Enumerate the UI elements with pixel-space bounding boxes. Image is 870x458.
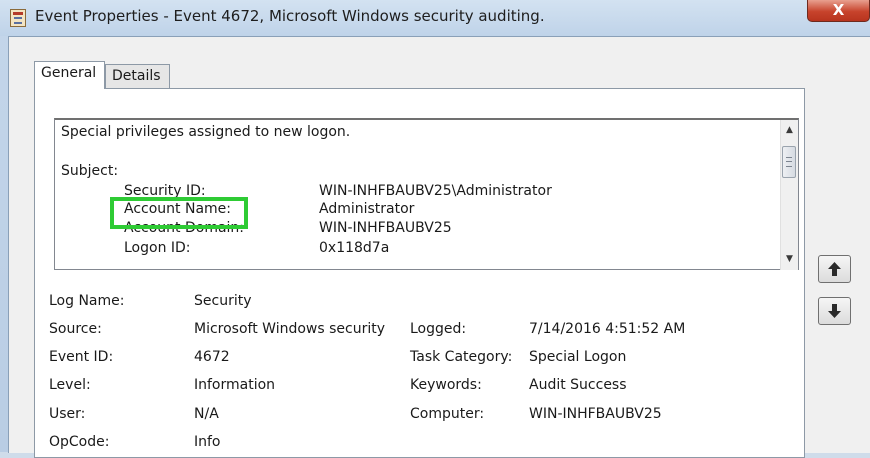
event-description-box[interactable]: Special privileges assigned to new logon… — [54, 118, 799, 270]
keywords-value: Audit Success — [529, 377, 627, 393]
log-name-label: Log Name: — [49, 293, 125, 309]
security-id-value: WIN-INHFBAUBV25\Administrator — [319, 183, 552, 199]
scroll-up-arrow-icon[interactable]: ▲ — [781, 122, 798, 139]
computer-value: WIN-INHFBAUBV25 — [529, 406, 662, 422]
logged-label: Logged: — [410, 321, 467, 337]
source-label: Source: — [49, 321, 102, 337]
task-category-value: Special Logon — [529, 349, 627, 365]
event-description-text: Special privileges assigned to new logon… — [61, 120, 751, 270]
grip-icon — [786, 157, 792, 167]
subject-label: Subject: — [61, 163, 119, 179]
previous-event-button[interactable] — [818, 255, 851, 283]
scroll-down-arrow-icon[interactable]: ▼ — [781, 251, 798, 268]
tab-general[interactable]: General — [34, 61, 105, 89]
level-value: Information — [194, 377, 276, 393]
account-domain-value: WIN-INHFBAUBV25 — [319, 220, 452, 236]
scrollbar-thumb[interactable] — [782, 146, 796, 178]
description-scrollbar[interactable]: ▲ ▼ — [780, 120, 798, 270]
level-label: Level: — [49, 377, 91, 393]
logon-id-label: Logon ID: — [124, 240, 191, 256]
window-title: Event Properties - Event 4672, Microsoft… — [35, 7, 545, 25]
opcode-value: Info — [194, 434, 221, 450]
computer-label: Computer: — [410, 406, 485, 422]
account-name-highlight-box — [110, 197, 248, 229]
event-id-label: Event ID: — [49, 349, 114, 365]
arrow-down-icon — [828, 304, 841, 318]
logon-id-value: 0x118d7a — [319, 240, 390, 256]
source-value: Microsoft Windows security — [194, 321, 386, 337]
close-button[interactable]: X — [807, 0, 870, 22]
opcode-label: OpCode: — [49, 434, 110, 450]
title-bar[interactable]: Event Properties - Event 4672, Microsoft… — [0, 0, 870, 36]
description-headline: Special privileges assigned to new logon… — [61, 124, 351, 140]
general-tab-panel: Special privileges assigned to new logon… — [34, 88, 805, 458]
keywords-label: Keywords: — [410, 377, 482, 393]
task-category-label: Task Category: — [410, 349, 513, 365]
event-viewer-icon — [10, 9, 26, 27]
logged-value: 7/14/2016 4:51:52 AM — [529, 321, 686, 337]
next-event-button[interactable] — [818, 297, 851, 325]
arrow-up-icon — [828, 262, 841, 276]
user-value: N/A — [194, 406, 219, 422]
account-name-value: Administrator — [319, 201, 415, 217]
event-properties-window: Event Properties - Event 4672, Microsoft… — [0, 0, 870, 458]
user-label: User: — [49, 406, 86, 422]
tab-details[interactable]: Details — [105, 64, 170, 88]
event-id-value: 4672 — [194, 349, 230, 365]
log-name-value: Security — [194, 293, 252, 309]
